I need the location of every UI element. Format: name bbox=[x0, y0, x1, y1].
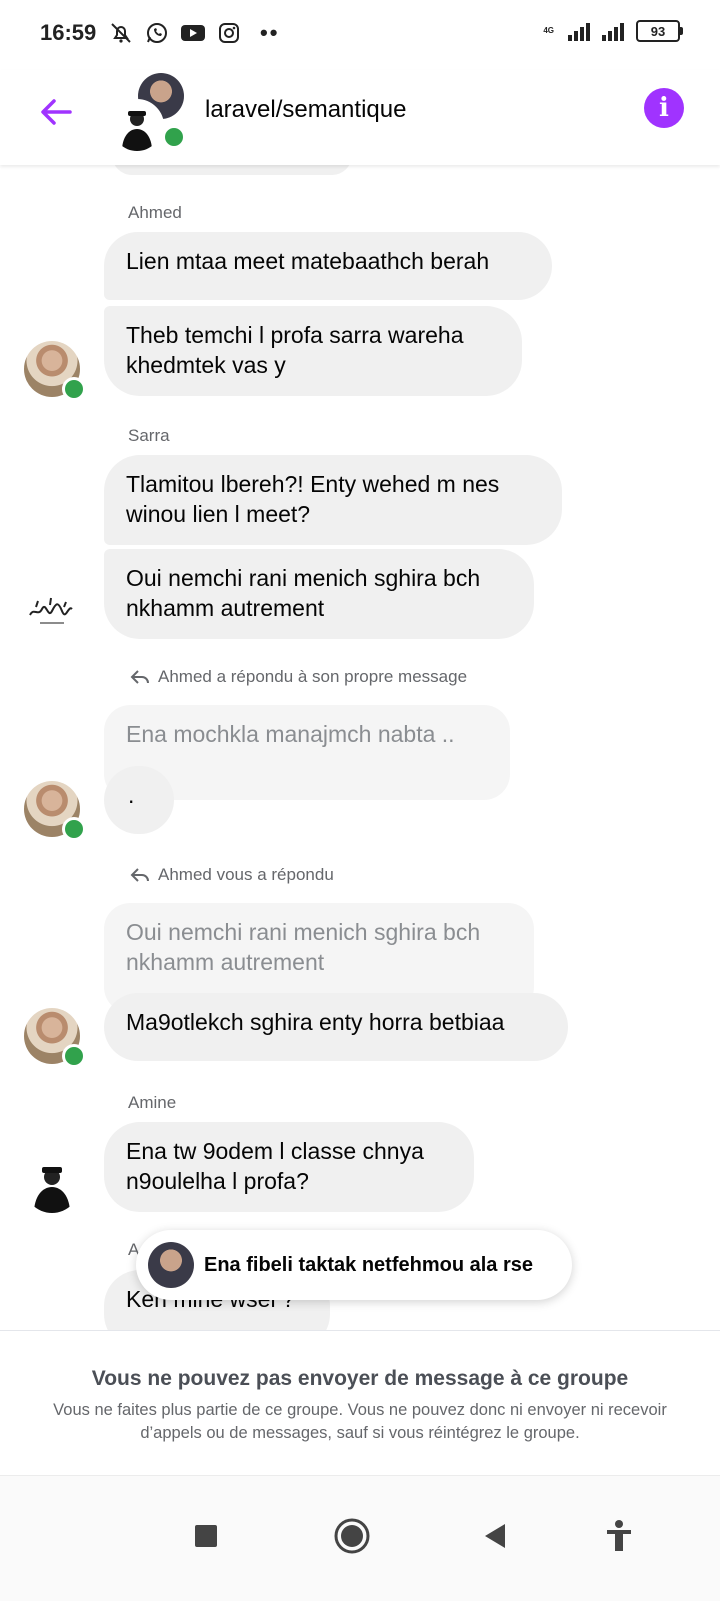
group-avatar[interactable] bbox=[110, 73, 190, 153]
system-indicators: 4G 93 bbox=[543, 20, 683, 42]
signal-icon bbox=[568, 21, 590, 41]
sender-name: Sarra bbox=[128, 426, 170, 445]
instagram-icon bbox=[216, 20, 242, 46]
notice-title: Vous ne pouvez pas envoyer de message à … bbox=[91, 1367, 629, 1390]
message-bubble[interactable]: Lien mtaa meet matebaathch berah bbox=[104, 232, 552, 300]
message-bubble[interactable]: Oui nemchi rani menich sghira bch nkhamm… bbox=[104, 549, 534, 639]
online-indicator bbox=[62, 1044, 86, 1068]
message-bubble[interactable]: Ena tw 9odem l classe chnya n9oulelha l … bbox=[104, 1122, 474, 1212]
message-bubble[interactable]: . bbox=[104, 766, 174, 834]
network-type: 4G bbox=[543, 26, 554, 35]
back-nav-button[interactable] bbox=[470, 1511, 520, 1561]
reply-note: Ahmed vous a répondu bbox=[130, 865, 334, 885]
reply-note: Ahmed a répondu à son propre message bbox=[130, 667, 467, 687]
reply-arrow-icon bbox=[130, 868, 149, 882]
cannot-send-notice: Vous ne pouvez pas envoyer de message à … bbox=[0, 1330, 720, 1476]
message-bubble[interactable]: Theb temchi l profa sarra wareha khedmte… bbox=[104, 306, 522, 396]
status-time: 16:59 bbox=[40, 20, 97, 45]
online-indicator bbox=[162, 125, 186, 149]
back-button[interactable] bbox=[36, 92, 76, 132]
member-photo-amine bbox=[110, 99, 164, 153]
battery-icon: 93 bbox=[636, 20, 683, 42]
info-button[interactable]: i bbox=[644, 88, 684, 128]
more-notifications-icon: •• bbox=[260, 20, 280, 45]
home-circle-icon bbox=[334, 1518, 370, 1554]
message-list[interactable]: Ahmed Lien mtaa meet matebaathch berah T… bbox=[0, 165, 720, 1330]
online-indicator bbox=[62, 817, 86, 841]
signal-icon-2 bbox=[602, 21, 624, 41]
reply-note-text: Ahmed vous a répondu bbox=[158, 865, 334, 884]
info-icon: i bbox=[659, 93, 669, 123]
chat-header: laravel/semantique i bbox=[0, 70, 720, 165]
back-triangle-icon bbox=[485, 1524, 505, 1548]
sender-name: Amine bbox=[128, 1093, 177, 1112]
message-bubble-cut[interactable] bbox=[112, 165, 352, 175]
notice-body: Vous ne faites plus partie de ce groupe.… bbox=[53, 1401, 667, 1442]
avatar-sarra[interactable] bbox=[24, 583, 80, 639]
notification-icons: •• bbox=[108, 20, 279, 46]
group-title[interactable]: laravel/semantique bbox=[205, 96, 406, 124]
recents-square-icon bbox=[195, 1525, 217, 1547]
whatsapp-icon bbox=[144, 20, 170, 46]
status-bar: 16:59 •• 4G 93 bbox=[0, 0, 720, 70]
system-nav-bar bbox=[0, 1475, 720, 1601]
accessibility-button[interactable] bbox=[594, 1511, 644, 1561]
online-indicator bbox=[62, 377, 86, 401]
sender-name: Ahmed bbox=[128, 203, 182, 222]
recents-button[interactable] bbox=[181, 1511, 231, 1561]
reply-note-text: Ahmed a répondu à son propre message bbox=[158, 667, 468, 686]
message-toast[interactable]: Ena fibeli taktak netfehmou ala rse bbox=[136, 1230, 572, 1300]
accessibility-icon bbox=[607, 1520, 631, 1551]
muted-bell-icon bbox=[108, 20, 134, 46]
reply-arrow-icon bbox=[130, 670, 149, 684]
message-bubble[interactable]: Ma9otlekch sghira enty horra betbiaa bbox=[104, 993, 568, 1061]
message-bubble[interactable]: Tlamitou lbereh?! Enty wehed m nes winou… bbox=[104, 455, 562, 545]
home-button[interactable] bbox=[327, 1511, 377, 1561]
toast-text: Ena fibeli taktak netfehmou ala rse bbox=[204, 1253, 533, 1276]
back-arrow-icon bbox=[41, 99, 72, 125]
avatar-amine[interactable] bbox=[24, 1157, 80, 1213]
toast-avatar bbox=[148, 1242, 194, 1288]
youtube-icon bbox=[180, 20, 206, 46]
